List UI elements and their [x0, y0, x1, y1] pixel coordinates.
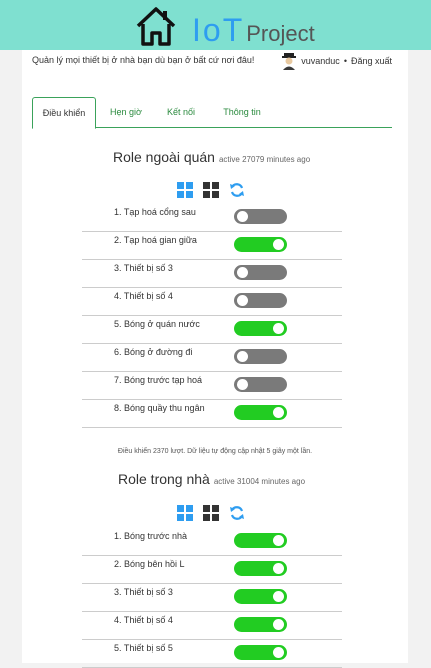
device-label: 8. Bóng quầy thu ngân	[114, 403, 205, 413]
section-meta: active 27079 minutes ago	[218, 155, 311, 164]
section-name: Role trong nhà	[118, 471, 210, 487]
device-toggle[interactable]	[234, 349, 287, 364]
device-list-ngoai-quan: 1. Tạp hoá cổng sau 2. Tạp hoá gian giữa…	[82, 204, 342, 428]
device-row: 1. Bóng trước nhà	[82, 528, 342, 556]
logo-project: Project	[246, 21, 315, 46]
logo-iot: IoT	[192, 12, 245, 48]
device-row: 5. Thiết bị số 5	[82, 640, 342, 668]
device-label: 7. Bóng trước tạp hoá	[114, 375, 202, 385]
device-row: 1. Tạp hoá cổng sau	[82, 204, 342, 232]
footnote: Điều khiển 2370 lượt. Dữ liệu tự động cậ…	[117, 448, 313, 455]
device-toggle[interactable]	[234, 533, 287, 548]
device-label: 2. Bóng bên hồi L	[114, 559, 185, 569]
device-row: 2. Bóng bên hồi L	[82, 556, 342, 584]
grid-dark-icon[interactable]	[203, 505, 219, 521]
section-toolbar	[177, 505, 245, 521]
section-toolbar	[177, 182, 245, 198]
device-label: 5. Bóng ở quán nước	[114, 319, 200, 329]
device-label: 1. Tạp hoá cổng sau	[114, 207, 196, 217]
user-area: vuvanduc • Đăng xuất	[281, 52, 392, 70]
device-label: 2. Tạp hoá gian giữa	[114, 235, 197, 245]
device-row: 7. Bóng trước tạp hoá	[82, 372, 342, 400]
device-label: 4. Thiết bị số 4	[114, 291, 173, 301]
tab-bar: Điều khiển Hẹn giờ Kết nối Thông tin	[32, 97, 392, 129]
device-row: 4. Thiết bị số 4	[82, 288, 342, 316]
device-toggle[interactable]	[234, 237, 287, 252]
device-toggle[interactable]	[234, 377, 287, 392]
username[interactable]: vuvanduc	[301, 56, 340, 66]
device-toggle[interactable]	[234, 265, 287, 280]
logout-link[interactable]: Đăng xuất	[351, 56, 392, 66]
device-list-trong-nha: 1. Bóng trước nhà 2. Bóng bên hồi L 3. T…	[82, 528, 342, 668]
house-icon	[136, 7, 176, 46]
avatar-icon	[282, 53, 297, 70]
device-label: 6. Bóng ở đường đi	[114, 347, 193, 357]
device-row: 2. Tạp hoá gian giữa	[82, 232, 342, 260]
tab-dieu-khien[interactable]: Điều khiển	[32, 97, 96, 129]
tab-ket-noi[interactable]: Kết nối	[156, 97, 206, 127]
device-row: 4. Thiết bị số 4	[82, 612, 342, 640]
device-toggle[interactable]	[234, 561, 287, 576]
device-row: 3. Thiết bị số 3	[82, 584, 342, 612]
device-row: 5. Bóng ở quán nước	[82, 316, 342, 344]
device-toggle[interactable]	[234, 405, 287, 420]
refresh-icon[interactable]	[229, 182, 245, 198]
device-label: 3. Thiết bị số 3	[114, 587, 173, 597]
device-toggle[interactable]	[234, 293, 287, 308]
tab-hen-gio[interactable]: Hẹn giờ	[98, 97, 154, 127]
section-meta: active 31004 minutes ago	[213, 477, 306, 486]
section-name: Role ngoài quán	[113, 149, 215, 165]
device-toggle[interactable]	[234, 617, 287, 632]
header-bar: IoTProject	[0, 0, 431, 50]
grid-blue-icon[interactable]	[177, 505, 193, 521]
device-toggle[interactable]	[234, 321, 287, 336]
refresh-icon[interactable]	[229, 505, 245, 521]
tab-thong-tin[interactable]: Thông tin	[216, 97, 268, 127]
grid-dark-icon[interactable]	[203, 182, 219, 198]
section-title-trong-nha: Role trong nhà active 31004 minutes ago	[118, 471, 305, 487]
device-row: 6. Bóng ở đường đi	[82, 344, 342, 372]
separator: •	[343, 56, 347, 66]
device-label: 1. Bóng trước nhà	[114, 531, 187, 541]
device-row: 8. Bóng quầy thu ngân	[82, 400, 342, 428]
tagline: Quản lý mọi thiết bị ở nhà bạn dù bạn ở …	[32, 55, 255, 65]
grid-blue-icon[interactable]	[177, 182, 193, 198]
section-title-ngoai-quan: Role ngoài quán active 27079 minutes ago	[113, 149, 310, 165]
main-card: Quản lý mọi thiết bị ở nhà bạn dù bạn ở …	[22, 50, 408, 668]
device-label: 4. Thiết bị số 4	[114, 615, 173, 625]
device-toggle[interactable]	[234, 645, 287, 660]
device-toggle[interactable]	[234, 589, 287, 604]
device-label: 3. Thiết bị số 3	[114, 263, 173, 273]
logo-text: IoTProject	[192, 12, 315, 48]
device-row: 3. Thiết bị số 3	[82, 260, 342, 288]
device-label: 5. Thiết bị số 5	[114, 643, 173, 653]
device-toggle[interactable]	[234, 209, 287, 224]
